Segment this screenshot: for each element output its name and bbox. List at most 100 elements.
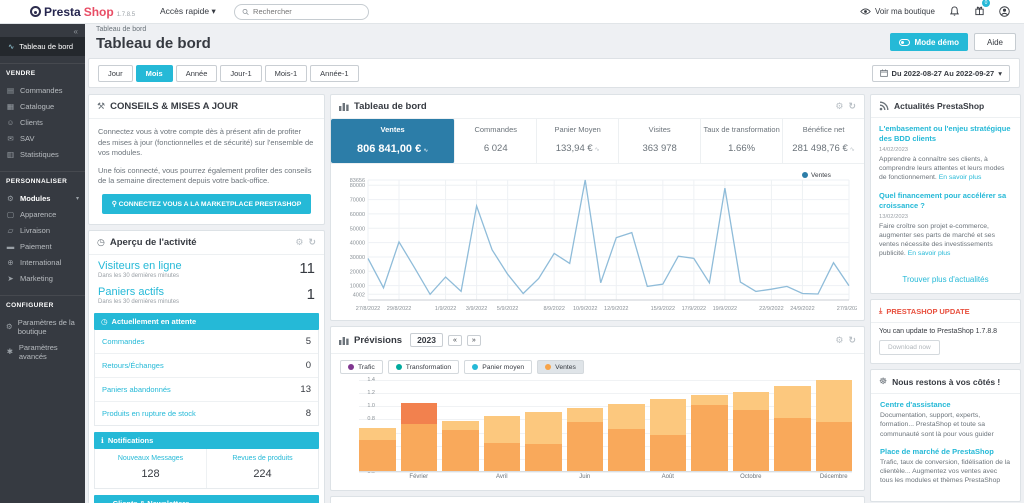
forecast-bar-janvier[interactable] [359,428,396,471]
sidebar-item-marketing[interactable]: ➤ Marketing [6,270,79,286]
period-button-année-1[interactable]: Année-1 [310,64,359,82]
support-link[interactable]: Centre d'assistance [880,400,1011,409]
notification-label-link[interactable]: Revues de produits [211,455,314,462]
kpi-tab-commandes[interactable]: Commandes 6 024 [455,119,538,163]
sidebar-item-label: Clients [20,117,43,127]
date-range-picker[interactable]: Du 2022-08-27 Au 2022-09-27 ▾ [871,64,1010,82]
settings-gear-icon[interactable]: ⚙ [835,101,843,112]
sidebar-item-statistiques[interactable]: ▥ Statistiques [6,146,79,162]
period-button-année[interactable]: Année [175,64,218,82]
row-label-link[interactable]: Produits en rupture de stock [102,409,196,418]
account-icon[interactable] [999,6,1010,17]
sidebar-dashboard-label: Tableau de bord [19,42,74,51]
sidebar-item-label: Commandes [20,85,63,95]
bar-segment-top [442,421,479,431]
help-button[interactable]: Aide [973,33,1016,51]
refresh-icon[interactable]: ↻ [848,101,856,112]
marketplace-connect-button[interactable]: ⚲ CONNECTEZ VOUS A LA MARKETPLACE PRESTA… [101,193,312,214]
notifications-bell-icon[interactable] [949,6,960,17]
online-visitors-sub: Dans les 30 dernières minutes [98,272,180,279]
forecast-bar-septembre[interactable] [691,395,728,471]
forecast-bar-d-cembre[interactable] [815,380,852,471]
refresh-icon[interactable]: ↻ [308,237,316,248]
more-news-link[interactable]: Trouver plus d'actualités [871,269,1020,293]
search-box[interactable] [233,3,369,20]
kpi-tab-ventes[interactable]: Ventes 806 841,00 € ∿ [331,119,456,163]
next-year-button[interactable]: » [466,334,481,346]
row-label-link[interactable]: Commandes [102,337,145,346]
metric-toggle-trafic[interactable]: Trafic [340,360,383,374]
read-more-link[interactable]: En savoir plus [908,250,951,257]
sidebar-item-livraison[interactable]: ▱ Livraison [6,222,79,238]
sidebar-item-clients[interactable]: ☺ Clients [6,114,79,130]
forecast-bar-juillet[interactable] [608,403,645,471]
sidebar-item-paiement[interactable]: ▬ Paiement [6,238,79,254]
view-shop-link[interactable]: Voir ma boutique [860,6,935,17]
metric-toggle-panier-moyen[interactable]: Panier moyen [464,360,533,374]
read-more-link[interactable]: En savoir plus [939,174,982,181]
sidebar-item-catalogue[interactable]: ▦ Catalogue [6,98,79,114]
support-link[interactable]: Place de marché de PrestaShop [880,447,1011,456]
forecast-bar-novembre[interactable] [774,385,811,471]
sidebar-item-label: SAV [20,133,35,143]
sidebar-item-parametres-boutique[interactable]: ⚙ Paramètres de la boutique [6,314,79,339]
svg-text:10000: 10000 [350,284,365,290]
row-label-link[interactable]: Paniers abandonnés [102,385,171,394]
forecast-bar-f-vrier[interactable] [400,402,437,471]
svg-text:40000: 40000 [350,241,365,247]
kpi-tab-panier-moyen[interactable]: Panier Moyen 133,94 € ∿ [537,119,620,163]
update-panel-title: PRESTASHOP UPDATE [886,306,970,316]
kpi-tab-b-n-fice-net[interactable]: Bénéfice net 281 498,76 € ∿ [783,119,864,163]
forecast-panel-title: Prévisions [354,334,403,346]
prestashop-logo[interactable]: Presta Shop 1.7.8.5 [0,5,150,19]
settings-gear-icon[interactable]: ⚙ [295,237,303,248]
forecast-bar-octobre[interactable] [732,391,769,471]
forecast-bar-juin[interactable] [566,407,603,471]
sidebar-item-apparence[interactable]: ▢ Apparence [6,206,79,222]
news-article[interactable]: Quel financement pour accélérer sa crois… [879,191,1012,258]
kpi-tab-taux-de-transformation[interactable]: Taux de transformation 1.66% [701,119,784,163]
sidebar-item-label: Apparence [20,209,57,219]
quick-access-dropdown[interactable]: Accès rapide ▾ [160,6,216,17]
previous-year-button[interactable]: « [447,334,462,346]
sidebar-item-modules[interactable]: ⚙ Modules ▾ [6,190,79,206]
period-button-jour-1[interactable]: Jour-1 [220,64,262,82]
svg-text:5/9/2022: 5/9/2022 [497,306,518,312]
sidebar-item-parametres-avances[interactable]: ✱ Paramètres avancés [6,339,79,364]
row-label-link[interactable]: Retours/Échanges [102,361,164,370]
metric-toggle-ventes[interactable]: Ventes [537,360,584,374]
gift-menu[interactable]: 0 [974,0,990,21]
metric-toggle-transformation[interactable]: Transformation [387,360,460,374]
download-now-button[interactable]: Download now [879,340,940,356]
legend-label: Transformation [405,363,452,371]
article-title[interactable]: L'embasement ou l'enjeu stratégique des … [879,124,1012,144]
period-button-jour[interactable]: Jour [98,64,133,82]
active-carts-value: 1 [306,285,315,303]
sidebar-item-commandes[interactable]: ▤ Commandes [6,82,79,98]
forecast-bar-mars[interactable] [442,421,479,471]
sidebar-item-tableau-de-bord[interactable]: ∿ Tableau de bord [0,37,85,56]
forecast-bar-mai[interactable] [525,411,562,471]
legend-dot-icon [472,364,479,370]
kpi-tab-visites[interactable]: Visites 363 978 [619,119,702,163]
sidebar-item-sav[interactable]: ✉ SAV [6,130,79,146]
x-axis-label [691,474,728,484]
notification-value: 128 [141,468,160,481]
demo-mode-button[interactable]: Mode démo [889,33,968,51]
update-panel: ⤓ PRESTASHOP UPDATE You can update to Pr… [870,299,1021,365]
forecast-bar-ao-t[interactable] [649,399,686,471]
news-article[interactable]: L'embasement ou l'enjeu stratégique des … [879,124,1012,182]
svg-text:3/9/2022: 3/9/2022 [466,306,487,312]
sidebar-item-international[interactable]: ⊕ International [6,254,79,270]
refresh-icon[interactable]: ↻ [848,335,856,346]
online-visitors-link[interactable]: Visiteurs en ligne [98,260,299,272]
search-input[interactable] [253,7,361,16]
forecast-bar-avril[interactable] [483,415,520,471]
period-button-mois[interactable]: Mois [135,64,173,82]
active-carts-link[interactable]: Paniers actifs [98,286,307,298]
article-title[interactable]: Quel financement pour accélérer sa crois… [879,191,1012,211]
period-button-mois-1[interactable]: Mois-1 [264,64,308,82]
settings-gear-icon[interactable]: ⚙ [835,335,843,346]
sidebar-collapse-button[interactable]: « [0,24,85,37]
notification-label-link[interactable]: Nouveaux Messages [99,455,202,462]
